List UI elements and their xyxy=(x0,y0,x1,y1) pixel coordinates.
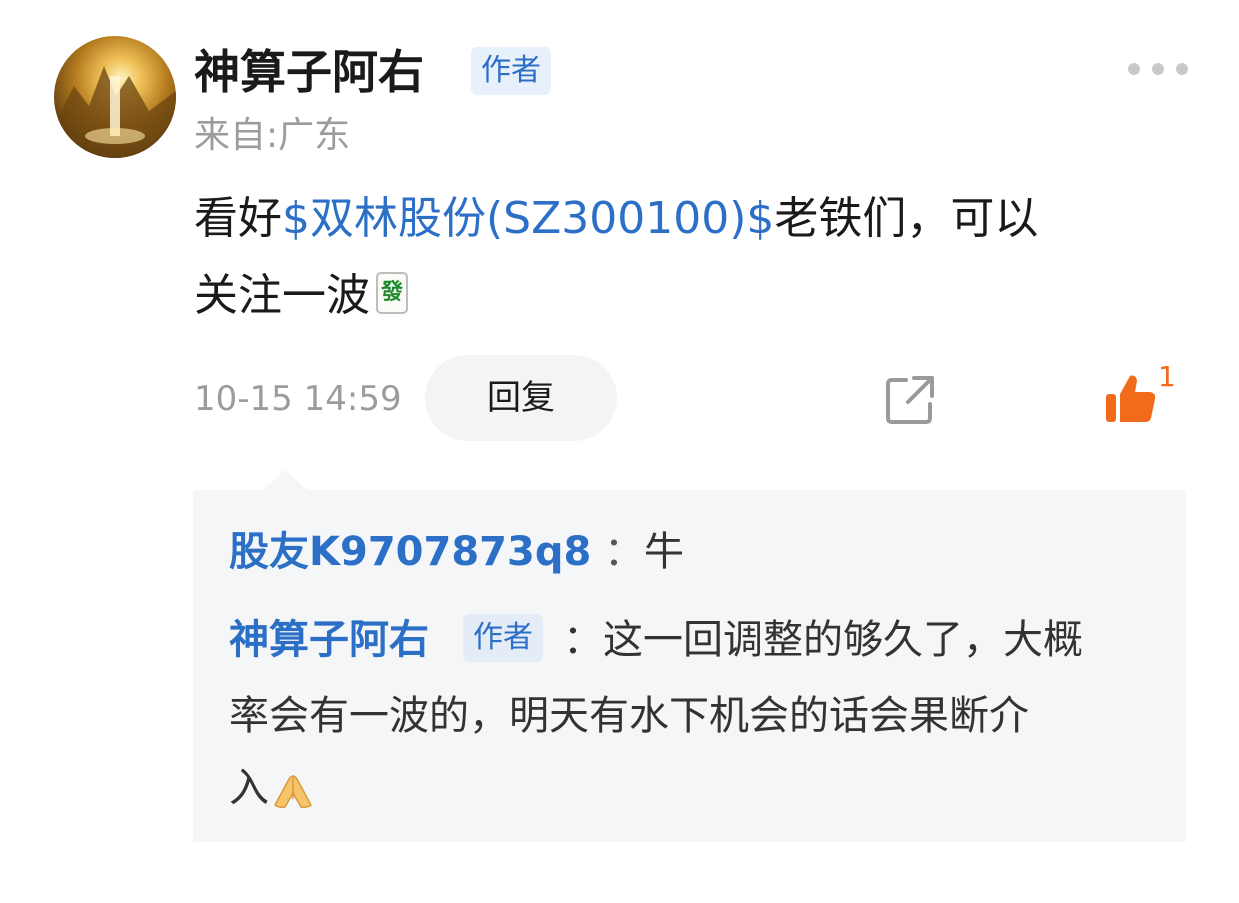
reply-text-line3: 入 xyxy=(229,760,315,816)
folded-hands-emoji xyxy=(271,768,315,808)
content-line2: 关注一波 xyxy=(194,270,370,321)
reply-text: 这一回调整的够久了，大概 xyxy=(603,617,1083,663)
reply-text: 牛 xyxy=(644,529,685,575)
mahjong-fa-emoji: 發 xyxy=(376,272,408,314)
share-icon[interactable] xyxy=(884,374,936,426)
reply-separator: ： xyxy=(563,617,603,663)
post-time: 10-15 14:59 xyxy=(194,379,402,419)
avatar[interactable] xyxy=(54,36,176,158)
reply-item[interactable]: 股友K9707873q8 ：牛 xyxy=(229,524,684,580)
author-badge: 作者 xyxy=(471,47,551,95)
content-line1-suffix: 老铁们，可以 xyxy=(774,193,1039,244)
more-dots-icon[interactable] xyxy=(1128,56,1188,82)
reply-text-line2: 率会有一波的，明天有水下机会的话会果断介 xyxy=(229,693,1029,739)
like-count: 1 xyxy=(1158,360,1176,393)
reply-text-line3-text: 入 xyxy=(229,765,269,811)
content-prefix: 看好 xyxy=(194,193,282,244)
reply-box-pointer xyxy=(263,470,307,490)
reply-author-badge: 作者 xyxy=(463,614,543,662)
thumbs-up-icon[interactable] xyxy=(1104,372,1158,424)
reply-separator: ： xyxy=(604,529,645,575)
reply-button[interactable]: 回复 xyxy=(425,355,617,441)
reply-text-line1: ：这一回调整的够久了，大概 xyxy=(563,612,1083,668)
reply-user[interactable]: 股友K9707873q8 xyxy=(229,529,591,575)
author-location: 来自:广东 xyxy=(194,115,351,156)
author-name[interactable]: 神算子阿右 xyxy=(194,40,424,104)
stock-link[interactable]: $双林股份(SZ300100)$ xyxy=(282,193,774,244)
reply-user[interactable]: 神算子阿右 xyxy=(229,612,429,668)
post-content: 看好$双林股份(SZ300100)$老铁们，可以 关注一波發 xyxy=(194,180,1174,334)
